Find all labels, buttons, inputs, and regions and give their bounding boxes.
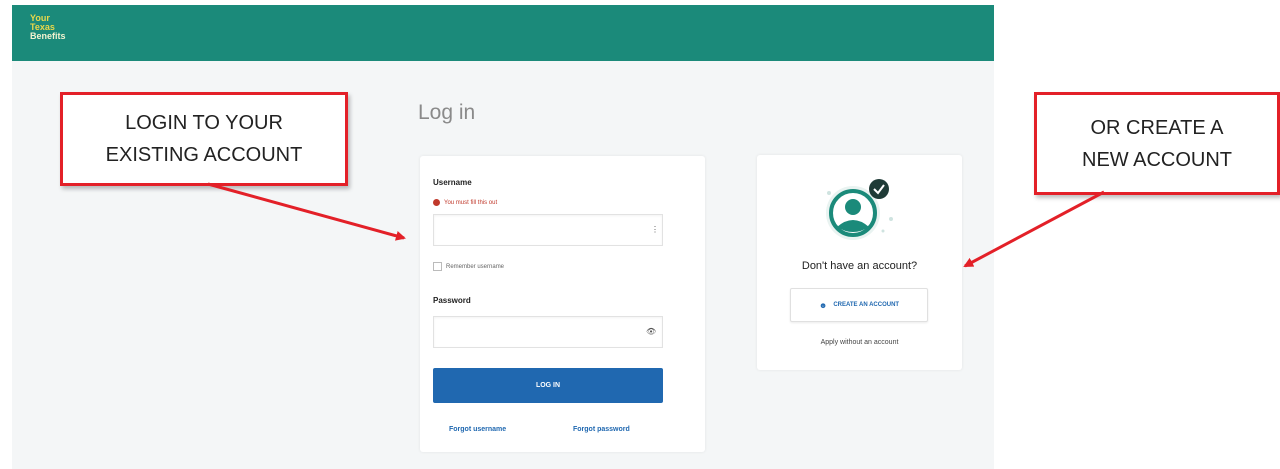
- show-password-icon[interactable]: 👁: [646, 327, 656, 336]
- user-avatar-check-icon: [823, 175, 895, 243]
- person-icon: ☻: [818, 300, 828, 310]
- create-account-label: CREATE AN ACCOUNT: [833, 302, 900, 308]
- username-label: Username: [433, 178, 472, 187]
- login-annotation-callout: LOGIN TO YOUR EXISTING ACCOUNT: [60, 92, 348, 186]
- create-annotation-callout: OR CREATE A NEW ACCOUNT: [1034, 92, 1280, 195]
- forgot-password-link[interactable]: Forgot password: [573, 426, 630, 433]
- password-input[interactable]: [433, 316, 663, 348]
- forgot-username-link[interactable]: Forgot username: [449, 426, 506, 433]
- info-icon: ⋮: [651, 225, 659, 234]
- login-card: Username You must fill this out ⋮ Rememb…: [420, 156, 705, 452]
- remember-username-label: Remember username: [446, 263, 505, 270]
- create-account-button[interactable]: ☻ CREATE AN ACCOUNT: [790, 288, 928, 322]
- callout-left-line-2: EXISTING ACCOUNT: [105, 144, 303, 166]
- apply-without-account-link[interactable]: Apply without an account: [757, 339, 962, 346]
- callout-right-line-1: OR CREATE A: [1090, 116, 1224, 139]
- create-account-card: Don't have an account? ☻ CREATE AN ACCOU…: [757, 155, 962, 370]
- top-header-bar: Your Texas Benefits: [12, 5, 994, 61]
- callout-right-line-2: NEW ACCOUNT: [1082, 148, 1232, 171]
- login-button[interactable]: Log in: [433, 368, 663, 403]
- username-error-text: You must fill this out: [444, 199, 498, 206]
- remember-username-checkbox[interactable]: Remember username: [433, 262, 504, 271]
- page-title: Log in: [418, 101, 476, 124]
- checkbox-box[interactable]: [433, 262, 442, 271]
- callout-left-line-1: LOGIN TO YOUR: [125, 112, 283, 134]
- your-texas-benefits-logo[interactable]: Your Texas Benefits: [30, 14, 66, 41]
- no-account-prompt: Don't have an account?: [801, 260, 918, 272]
- error-icon: [433, 199, 440, 206]
- logo-line-3: Benefits: [30, 31, 66, 41]
- password-label: Password: [433, 296, 471, 305]
- username-input[interactable]: [433, 214, 663, 246]
- username-error: You must fill this out: [433, 199, 497, 206]
